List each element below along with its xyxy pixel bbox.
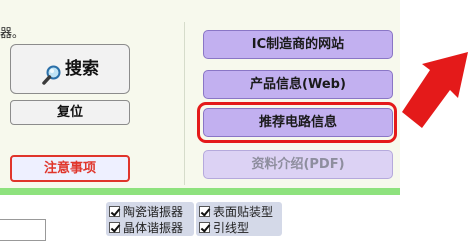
app-window: 器。 搜索 复位 注意事项 IC制造商的网站 产品信息(Web) 推荐电路信息 … (0, 0, 473, 244)
search-icon (41, 57, 63, 85)
datasheet-button: 资料介绍(PDF) (203, 150, 393, 179)
green-separator-bar (0, 188, 400, 195)
lead-type-checkbox[interactable] (199, 221, 210, 233)
ceramic-resonator-checkbox[interactable] (109, 205, 120, 217)
reset-button[interactable]: 复位 (10, 100, 130, 125)
surface-mount-checkbox[interactable] (199, 205, 210, 217)
surface-mount-label: 表面贴装型 (213, 204, 274, 219)
search-button[interactable]: 搜索 (10, 44, 130, 94)
lead-type-option[interactable]: 引线型 (199, 219, 279, 235)
resonator-type-filter-group: 陶瓷谐振器 晶体谐振器 (106, 202, 194, 236)
mount-type-filter-group: 表面贴装型 引线型 (196, 202, 282, 236)
crystal-resonator-label: 晶体谐振器 (123, 220, 184, 235)
recommended-circuit-label: 推荐电路信息 (258, 115, 337, 130)
ceramic-resonator-label: 陶瓷谐振器 (123, 204, 184, 219)
ic-maker-site-button[interactable]: IC制造商的网站 (203, 30, 393, 59)
red-arrow-icon (402, 52, 468, 128)
search-panel: 器。 搜索 复位 注意事项 IC制造商的网站 产品信息(Web) 推荐电路信息 … (0, 0, 400, 188)
search-button-label: 搜索 (65, 59, 99, 79)
crystal-resonator-checkbox[interactable] (109, 221, 120, 233)
lead-type-label: 引线型 (213, 220, 250, 235)
crystal-resonator-option[interactable]: 晶体谐振器 (109, 219, 191, 235)
ceramic-resonator-option[interactable]: 陶瓷谐振器 (109, 203, 191, 219)
datasheet-label: 资料介绍(PDF) (251, 157, 345, 172)
notice-button[interactable]: 注意事项 (10, 155, 130, 182)
recommended-circuit-button[interactable]: 推荐电路信息 (203, 108, 393, 137)
panel-divider (184, 22, 185, 185)
product-info-button[interactable]: 产品信息(Web) (203, 70, 393, 99)
ic-maker-site-label: IC制造商的网站 (251, 37, 345, 52)
notice-button-label: 注意事项 (43, 161, 96, 176)
surface-mount-option[interactable]: 表面贴装型 (199, 203, 279, 219)
keyword-input[interactable] (0, 219, 46, 241)
truncated-description-text: 器。 (0, 26, 25, 40)
product-info-label: 产品信息(Web) (250, 77, 346, 92)
reset-button-label: 复位 (56, 105, 83, 120)
